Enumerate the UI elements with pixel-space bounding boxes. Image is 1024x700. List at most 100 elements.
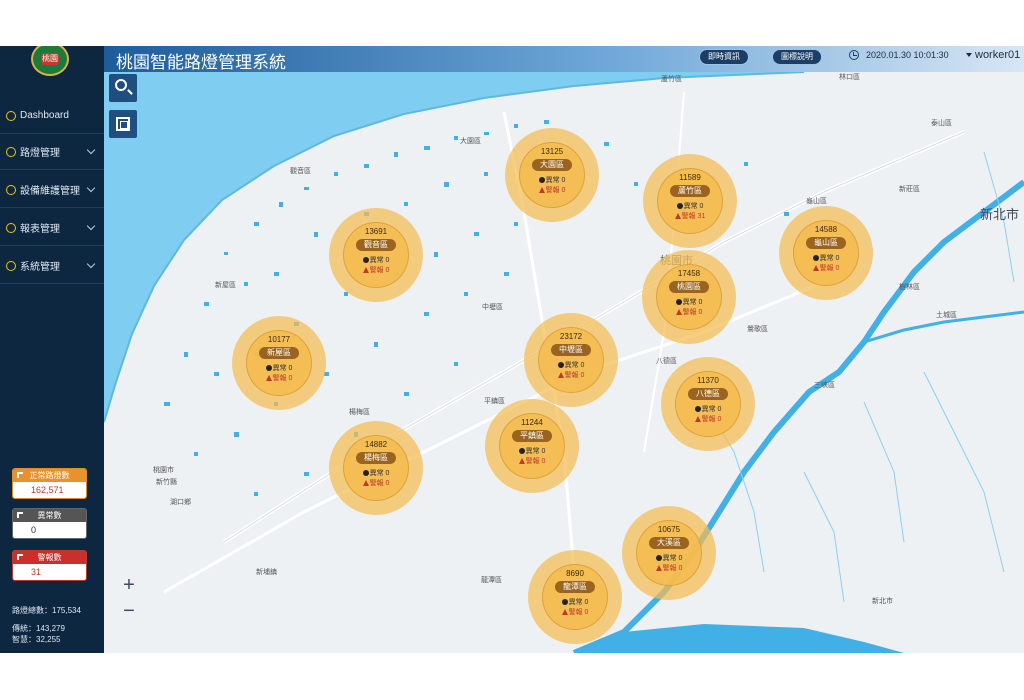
cluster-alarm-text: 警報 0: [568, 609, 589, 616]
sidebar-item-system[interactable]: 系統管理: [0, 248, 104, 284]
cluster-count: 10675: [657, 525, 681, 534]
cluster-marker[interactable]: 10675 大溪區 異常 0 警報 0: [622, 506, 716, 600]
smart-lights: 智慧：32,255: [12, 635, 61, 644]
cluster-alarm: 警報 0: [505, 185, 599, 195]
warning-icon: [538, 187, 545, 194]
cluster-marker[interactable]: 13691 觀音區 異常 0 警報 0: [329, 208, 423, 302]
cluster-alarm-text: 警報 0: [525, 458, 546, 465]
cluster-marker[interactable]: 11370 八德區 異常 0 警報 0: [661, 357, 755, 451]
cluster-alarm: 警報 31: [643, 211, 737, 221]
cluster-alarm-text: 警報 31: [681, 213, 706, 220]
normal-count-value: 162,571: [13, 482, 86, 498]
app-window: 桃園 Dashboard 路燈管理 設備維護管理 報表管理 系統管理 正常路燈數: [0, 46, 1024, 653]
map[interactable]: 蘆竹區 林口區 大園區 觀音區 泰山區 新莊區 龜山區 新北市 桃園市 新屋區 …: [104, 72, 1024, 653]
cluster-district: 龜山區: [806, 237, 846, 249]
place-label: 中壢區: [482, 304, 503, 311]
realtime-info-button[interactable]: 即時資訊: [699, 49, 749, 65]
logo: 桃園: [31, 46, 69, 76]
cluster-abnormal: 異常 0: [528, 597, 622, 607]
cluster-abnormal-text: 異常 0: [272, 365, 293, 372]
cluster-abnormal-text: 異常 0: [568, 599, 589, 606]
cluster-alarm-text: 警報 0: [369, 480, 390, 487]
cluster-district: 蘆竹區: [670, 185, 710, 197]
cluster-marker[interactable]: 14588 龜山區 異常 0 警報 0: [779, 206, 873, 300]
alarm-count-card[interactable]: 警報數 31: [12, 550, 87, 581]
cluster-abnormal: 異常 0: [643, 201, 737, 211]
search-icon: [115, 79, 127, 91]
cluster-marker[interactable]: 13125 大園區 異常 0 警報 0: [505, 128, 599, 222]
sidebar-item-maintenance[interactable]: 設備維護管理: [0, 172, 104, 208]
cluster-abnormal-text: 異常 0: [369, 257, 390, 264]
cluster-marker[interactable]: 8690 龍潭區 異常 0 警報 0: [528, 550, 622, 644]
cluster-alarm-text: 警報 0: [545, 187, 566, 194]
zoom-out-button[interactable]: −: [118, 600, 140, 622]
cluster-alarm-text: 警報 0: [701, 416, 722, 423]
sidebar-item-reports[interactable]: 報表管理: [0, 210, 104, 246]
cluster-alarm: 警報 0: [524, 370, 618, 380]
place-label: 龍潭區: [481, 577, 502, 584]
warning-icon: [561, 609, 568, 616]
cluster-count: 23172: [559, 332, 583, 341]
place-label: 新屋區: [215, 282, 236, 289]
sidebar-item-label: 路燈管理: [20, 148, 60, 159]
cluster-count: 13125: [540, 147, 564, 156]
chevron-down-icon: [86, 259, 96, 269]
sidebar-item-streetlight[interactable]: 路燈管理: [0, 134, 104, 170]
warning-icon: [694, 416, 701, 423]
place-label: 龜山區: [806, 198, 827, 205]
map-search-button[interactable]: [109, 74, 137, 102]
cluster-district: 龍潭區: [555, 581, 595, 593]
place-label: 桃園市: [153, 467, 174, 474]
header: 桃園智能路燈管理系統 即時資訊 圖標說明 2020.01.30 10:01:30…: [104, 46, 1024, 72]
legend-button[interactable]: 圖標說明: [772, 49, 822, 65]
cluster-abnormal-text: 異常 0: [564, 362, 585, 369]
chevron-down-icon: [86, 145, 96, 155]
place-label: 觀音區: [290, 168, 311, 175]
cluster-district: 觀音區: [356, 239, 396, 251]
warning-icon: [518, 458, 525, 465]
place-label: 湖口鄉: [170, 499, 191, 506]
caret-down-icon: [966, 53, 972, 58]
fullscreen-icon: [116, 117, 130, 131]
cluster-alarm-text: 警報 0: [272, 375, 293, 382]
cluster-marker[interactable]: 14882 楊梅區 異常 0 警報 0: [329, 421, 423, 515]
place-label: 蘆竹區: [661, 76, 682, 83]
cluster-alarm-text: 警報 0: [682, 309, 703, 316]
cluster-abnormal-text: 異常 0: [662, 555, 683, 562]
user-menu[interactable]: worker01: [966, 49, 1020, 61]
info-icon: [561, 599, 568, 606]
cluster-alarm: 警報 0: [642, 307, 736, 317]
place-label: 新莊區: [899, 186, 920, 193]
warning-icon: [655, 565, 662, 572]
sidebar-item-dashboard[interactable]: Dashboard: [0, 98, 104, 134]
light-icon: [6, 146, 16, 157]
place-label: 三峽區: [814, 382, 835, 389]
map-fullscreen-button[interactable]: [109, 110, 137, 138]
cluster-alarm: 警報 0: [329, 265, 423, 275]
user-icon: [6, 260, 16, 271]
cluster-alarm: 警報 0: [661, 414, 755, 424]
cluster-marker[interactable]: 23172 中壢區 異常 0 警報 0: [524, 313, 618, 407]
abnormal-count-card[interactable]: 異常數 0: [12, 508, 87, 539]
warning-icon: [362, 267, 369, 274]
chart-icon: [6, 222, 16, 233]
zoom-in-button[interactable]: +: [118, 574, 140, 596]
username: worker01: [975, 49, 1021, 61]
cluster-district: 楊梅區: [356, 452, 396, 464]
chevron-down-icon: [86, 221, 96, 231]
cluster-alarm: 警報 0: [485, 456, 579, 466]
clock-icon: [849, 50, 859, 60]
place-label: 八德區: [656, 358, 677, 365]
cluster-marker[interactable]: 10177 新屋區 異常 0 警報 0: [232, 316, 326, 410]
place-label: 樹林區: [899, 284, 920, 291]
cluster-marker[interactable]: 11589 蘆竹區 異常 0 警報 31: [643, 154, 737, 248]
info-icon: [362, 470, 369, 477]
cluster-district: 桃園區: [669, 281, 709, 293]
cluster-marker[interactable]: 11244 平鎮區 異常 0 警報 0: [485, 399, 579, 493]
cluster-marker[interactable]: 17458 桃園區 異常 0 警報 0: [642, 250, 736, 344]
cluster-alarm: 警報 0: [329, 478, 423, 488]
normal-count-card[interactable]: 正常路燈數 162,571: [12, 468, 87, 499]
sidebar-item-label: 系統管理: [20, 262, 60, 273]
place-label: 鶯歌區: [747, 326, 768, 333]
chevron-down-icon: [86, 183, 96, 193]
